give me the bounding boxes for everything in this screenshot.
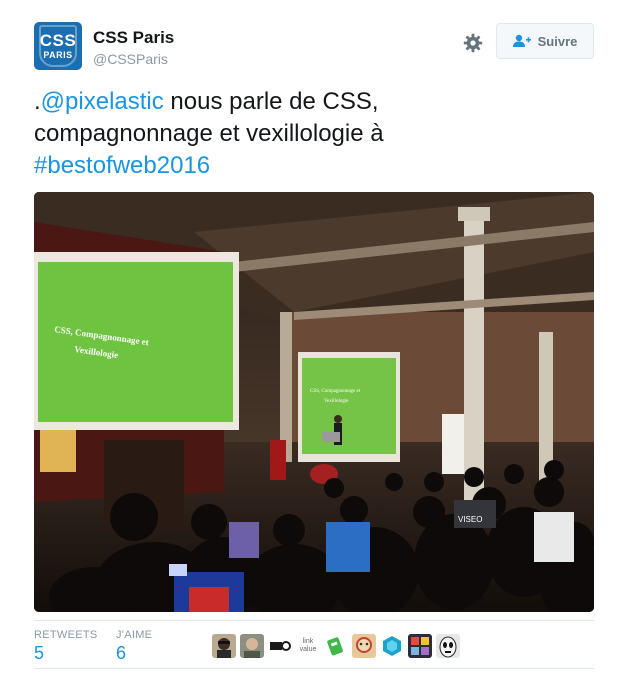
liker-avatar-2[interactable] [240,634,264,658]
liker-avatar-4[interactable]: link value [296,634,320,658]
gear-icon-graphic [463,33,483,53]
liker-7-icon [383,636,401,656]
small-slide-line1: CSS, Compagnonnage et [310,389,361,394]
follow-button-label: Suivre [537,33,578,49]
liker-2-icon [244,638,260,658]
likes-count[interactable]: 6 [116,643,126,664]
liker-avatar-3[interactable] [268,634,292,658]
stats-bottom-divider [34,668,594,669]
tweet-photo[interactable]: CSS, Compagnonnage et Vexillologie CSS, … [34,192,594,612]
small-slide-line2: Vexillologie [324,399,349,404]
avatar-shield-shape [39,25,77,67]
account-avatar[interactable]: CSS PARIS [34,22,82,70]
account-name[interactable]: CSS Paris [93,28,174,48]
liker-avatar-7[interactable] [380,634,404,658]
liker-avatar-5[interactable] [324,634,348,658]
tweet-text-line1: nous parle de CSS, [163,88,379,115]
follow-button[interactable]: Suivre [496,23,594,59]
liker-avatar-9[interactable] [436,634,460,658]
liker-avatar-6[interactable] [352,634,376,658]
tweet-text: .@pixelastic nous parle de CSS, compagno… [34,86,594,182]
audience-shirt-text: VISEO [458,515,482,524]
tweet-text-line2: compagnonnage et vexillologie à [34,120,384,147]
hashtag-link[interactable]: #bestofweb2016 [34,152,210,179]
mention-link[interactable]: @pixelastic [41,88,164,115]
liker-avatar-8[interactable] [408,634,432,658]
liker-6-icon [356,637,372,653]
stats-top-divider [34,620,594,621]
likers-avatars: link value [212,634,460,658]
tweet-card: CSS PARIS CSS Paris @CSSParis Suivre .@p… [0,0,631,677]
tweet-text-prefix: . [34,88,41,115]
gear-icon[interactable] [462,32,484,54]
liker-5-icon [327,637,343,656]
add-user-icon [512,34,531,47]
account-handle[interactable]: @CSSParis [93,51,168,67]
liker-avatar-1[interactable] [212,634,236,658]
liker-1-icon [217,638,231,658]
retweets-count[interactable]: 5 [34,643,44,664]
liker-9-icon [439,636,457,658]
likes-label: J'AIME [116,629,153,641]
liker-3-icon [270,641,291,651]
retweets-label: RETWEETS [34,629,98,641]
liker-4-text: link value [299,638,317,653]
liker-8-icon [411,637,429,655]
conference-photo: CSS, Compagnonnage et Vexillologie CSS, … [34,192,594,612]
